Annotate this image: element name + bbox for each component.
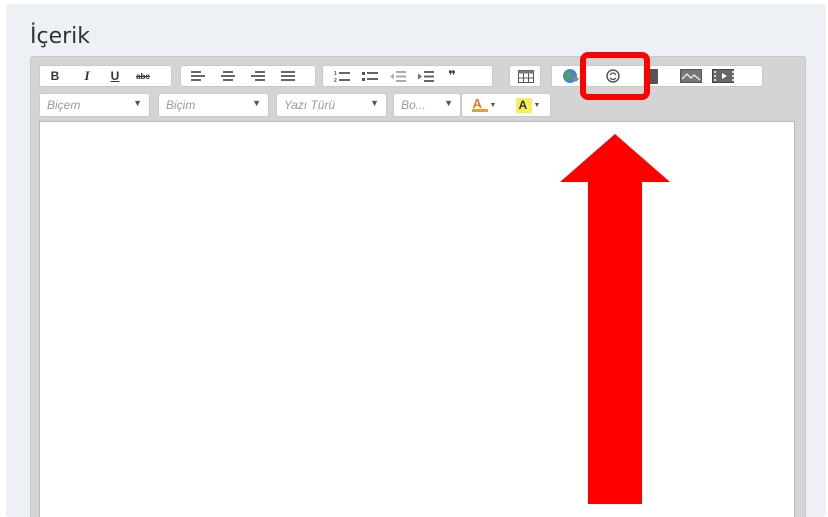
font-combo[interactable]: Yazı Türü ▼	[276, 93, 387, 117]
format-combo[interactable]: Biçim ▼	[158, 93, 269, 117]
bullet-list-icon	[362, 71, 378, 81]
align-right-button[interactable]	[247, 66, 269, 86]
align-justify-icon	[281, 71, 295, 81]
justify-button[interactable]	[277, 66, 299, 86]
styles-combo[interactable]: Biçem ▼	[39, 93, 150, 117]
align-center-icon	[221, 71, 235, 81]
indent-button[interactable]	[415, 66, 437, 86]
bullet-list-button[interactable]	[359, 66, 381, 86]
table-icon	[518, 69, 534, 83]
link-button[interactable]	[560, 66, 582, 86]
image-button[interactable]	[680, 66, 702, 86]
bold-button[interactable]: B	[44, 66, 66, 86]
rich-text-editor: B I U abc 12 ❞ Biçem ▼ Biçim ▼ Yazı Türü…	[30, 56, 806, 517]
strikethrough-button[interactable]: abc	[132, 66, 154, 86]
svg-text:1: 1	[334, 71, 337, 77]
list-indent-group: 12 ❞	[322, 65, 493, 87]
text-color-icon: A	[471, 96, 488, 112]
align-center-button[interactable]	[217, 66, 239, 86]
table-group	[509, 65, 541, 87]
basic-styles-group: B I U abc	[39, 65, 172, 87]
text-color-button[interactable]: A ▼	[468, 95, 500, 115]
numbered-list-icon: 12	[334, 71, 350, 83]
chevron-down-icon: ▼	[252, 98, 261, 108]
highlight-box	[580, 52, 650, 100]
underline-button[interactable]: U	[104, 66, 126, 86]
video-icon	[712, 69, 734, 83]
outdent-icon	[390, 70, 406, 82]
section-title: İçerik	[30, 24, 91, 49]
styles-combo-value: Biçem	[47, 98, 81, 112]
table-button[interactable]	[515, 66, 537, 86]
svg-text:2: 2	[334, 78, 337, 83]
underline-icon: U	[110, 69, 120, 83]
strikethrough-icon: abc	[136, 71, 150, 81]
numbered-list-button[interactable]: 12	[331, 66, 353, 86]
font-combo-value: Yazı Türü	[284, 98, 336, 112]
chevron-down-icon: ▼	[489, 101, 497, 109]
italic-button[interactable]: I	[76, 66, 98, 86]
blockquote-button[interactable]: ❞	[441, 66, 463, 86]
chevron-down-icon: ▼	[444, 98, 453, 108]
bg-color-icon: A	[515, 97, 532, 113]
align-left-icon	[191, 71, 205, 81]
color-group: A ▼ A ▼	[461, 93, 551, 117]
chevron-down-icon: ▼	[533, 101, 541, 109]
image-icon	[680, 69, 702, 83]
font-size-combo[interactable]: Bo... ▼	[393, 93, 461, 117]
format-combo-value: Biçim	[166, 98, 196, 112]
align-right-icon	[251, 71, 265, 81]
bold-icon: B	[50, 69, 60, 83]
blockquote-icon: ❞	[448, 68, 456, 84]
chevron-down-icon: ▼	[133, 98, 142, 108]
font-size-combo-value: Bo...	[401, 98, 426, 112]
video-button[interactable]	[712, 66, 734, 86]
chevron-down-icon: ▼	[370, 98, 379, 108]
link-globe-icon	[563, 69, 579, 83]
pointer-arrow	[560, 134, 670, 504]
alignment-group	[180, 65, 316, 87]
outdent-button[interactable]	[387, 66, 409, 86]
align-left-button[interactable]	[187, 66, 209, 86]
indent-icon	[418, 70, 434, 82]
editor-content-area[interactable]	[39, 121, 795, 517]
italic-icon: I	[84, 68, 90, 83]
bg-color-button[interactable]: A ▼	[512, 95, 544, 115]
